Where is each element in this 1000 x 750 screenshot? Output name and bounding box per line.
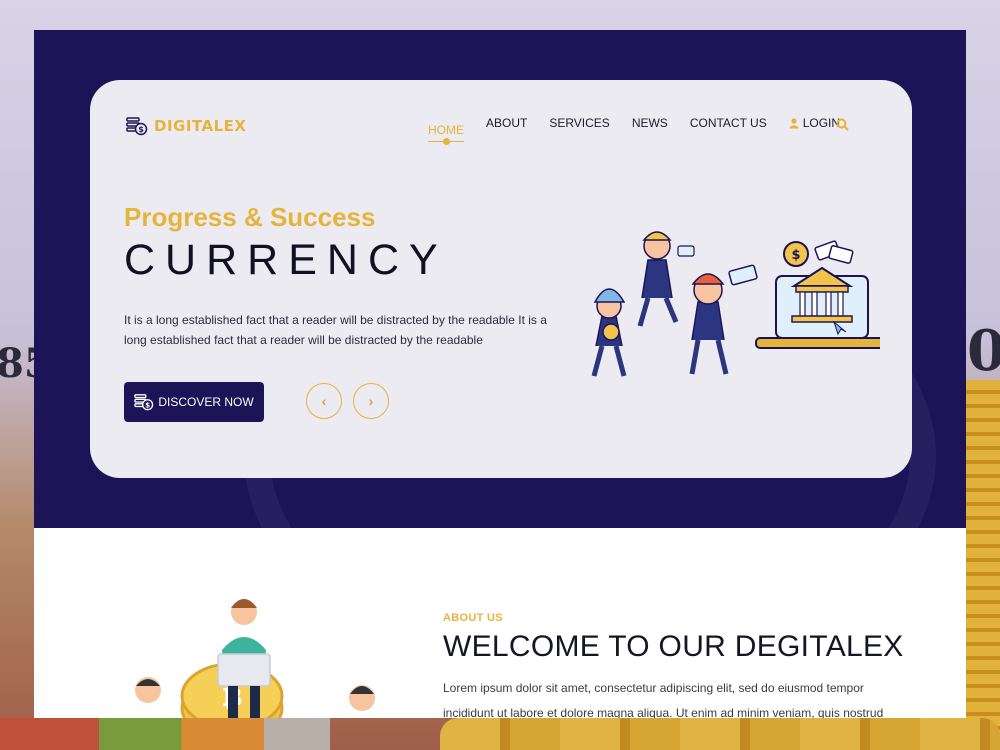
active-dot (443, 138, 450, 145)
about-eyebrow: ABOUT US (443, 612, 503, 624)
about-illustration: ₿ (135, 599, 375, 718)
brand-logo[interactable]: $ DIGITALEX (126, 116, 246, 136)
hero-illustration: $ (591, 231, 880, 377)
nav-item-label: SERVICES (549, 116, 610, 130)
user-icon (789, 117, 799, 128)
hero-card: $ DIGITALEX HOME ABOUT SERVICES NEWS CON… (90, 80, 912, 478)
website-mockup: $ DIGITALEX HOME ABOUT SERVICES NEWS CON… (34, 30, 966, 718)
hero-subtitle: Progress & Success (124, 202, 376, 232)
coin-stack-icon: $ (134, 394, 154, 411)
nav-item-label: HOME (428, 123, 464, 137)
chevron-right-icon: › (368, 393, 374, 409)
svg-text:$: $ (145, 400, 150, 409)
nav-item-login[interactable]: LOGIN (789, 116, 840, 130)
slider-prev-button[interactable]: ‹ (306, 383, 342, 419)
main-nav: HOME ABOUT SERVICES NEWS CONTACT US LOGI… (428, 116, 862, 145)
svg-text:$: $ (138, 125, 144, 134)
nav-item-about[interactable]: ABOUT (486, 116, 527, 130)
about-title: WELCOME TO OUR DEGITALEX (443, 630, 904, 663)
svg-text:$: $ (791, 248, 800, 263)
coin-stack-icon: $ (126, 117, 148, 136)
nav-item-label: CONTACT US (689, 116, 767, 130)
discover-now-button[interactable]: $ DISCOVER NOW (124, 382, 264, 422)
slider-next-button[interactable]: › (353, 383, 389, 419)
hero-title: CURRENCY (124, 236, 448, 284)
search-button[interactable] (836, 118, 849, 136)
hero-section: $ DIGITALEX HOME ABOUT SERVICES NEWS CON… (34, 30, 966, 528)
brand-name: DIGITALEX (154, 117, 247, 135)
nav-item-news[interactable]: NEWS (632, 116, 668, 130)
background-chart-bars (0, 718, 330, 750)
login-label: LOGIN (802, 116, 841, 130)
nav-item-services[interactable]: SERVICES (549, 116, 609, 130)
nav-item-home[interactable]: HOME (428, 123, 464, 145)
about-description: Lorem ipsum dolor sit amet, consectetur … (443, 681, 884, 718)
nav-item-label: NEWS (631, 116, 668, 130)
background-coin-stack (960, 380, 1000, 750)
discover-now-label: DISCOVER NOW (158, 395, 254, 409)
chevron-left-icon: ‹ (321, 393, 327, 409)
nav-item-contact[interactable]: CONTACT US (690, 116, 767, 130)
background-coin-row (440, 718, 1000, 750)
hero-description: It is a long established fact that a rea… (124, 313, 547, 347)
search-icon (836, 118, 849, 131)
nav-item-label: ABOUT (486, 116, 528, 130)
